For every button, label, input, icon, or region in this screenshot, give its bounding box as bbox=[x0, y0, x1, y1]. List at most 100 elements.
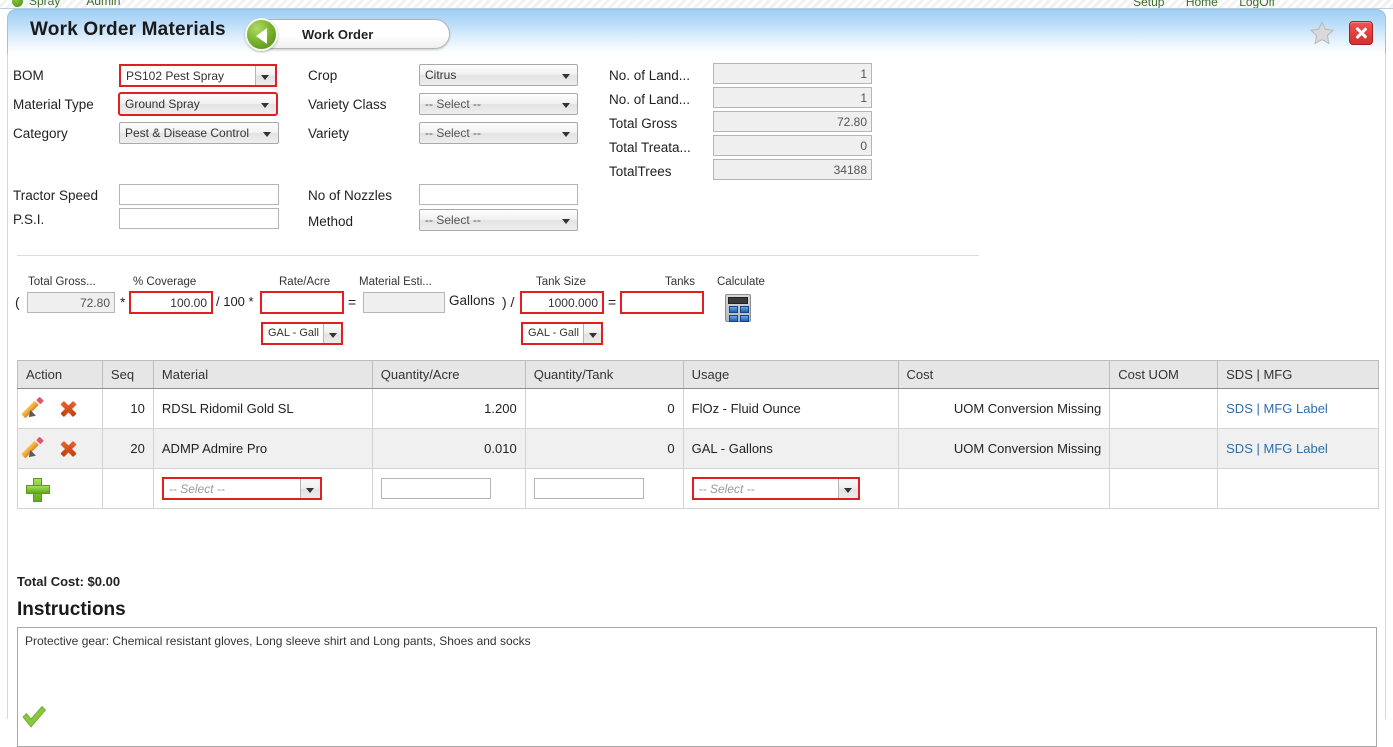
total-treatable-field bbox=[713, 135, 872, 156]
star-icon[interactable] bbox=[1309, 20, 1335, 46]
instructions-textarea[interactable] bbox=[17, 627, 1377, 747]
close-icon[interactable] bbox=[1349, 21, 1373, 45]
sds-link[interactable]: SDS bbox=[1226, 441, 1253, 456]
label-no-of-land-2: No. of Land... bbox=[609, 92, 691, 107]
calc-tank-size-input[interactable] bbox=[520, 291, 604, 314]
label-variety-class: Variety Class bbox=[308, 97, 387, 112]
top-nav-link-spray[interactable]: Spray bbox=[29, 0, 60, 8]
green-check-icon[interactable] bbox=[20, 704, 48, 730]
calc-multiply-1: * bbox=[120, 294, 126, 310]
psi-input[interactable] bbox=[119, 208, 279, 229]
calc-tanks-input[interactable] bbox=[620, 291, 704, 314]
calc-equals-2: = bbox=[608, 294, 617, 310]
calc-header-calculate: Calculate bbox=[717, 276, 765, 288]
crop-value: Citrus bbox=[425, 68, 457, 82]
cell-usage: GAL - Gallons bbox=[682, 428, 899, 469]
cell-quantity-tank: 0 bbox=[524, 428, 684, 469]
calculator-icon[interactable] bbox=[725, 294, 751, 322]
page-header: Work Order Materials Work Order bbox=[7, 9, 1386, 54]
label-tractor-speed: Tractor Speed bbox=[13, 188, 99, 203]
no-of-nozzles-input[interactable] bbox=[419, 184, 578, 205]
back-to-work-order-button[interactable]: Work Order bbox=[245, 18, 450, 51]
calc-total-gross-field bbox=[27, 292, 115, 313]
calculator-key bbox=[740, 315, 749, 322]
col-material: Material bbox=[152, 360, 373, 389]
edit-icon[interactable] bbox=[21, 436, 45, 460]
table-header-row: Action Seq Material Quantity/Acre Quanti… bbox=[17, 360, 1379, 389]
variety-select[interactable]: -- Select -- bbox=[419, 122, 578, 144]
calculator-key bbox=[740, 306, 749, 313]
cell-quantity-acre: 0.010 bbox=[371, 428, 526, 469]
variety-class-select[interactable]: -- Select -- bbox=[419, 93, 578, 115]
chevron-down-icon[interactable] bbox=[299, 479, 320, 498]
top-nav-link-setup[interactable]: Setup bbox=[1133, 0, 1164, 8]
label-no-of-nozzles: No of Nozzles bbox=[308, 188, 393, 203]
no-of-land-1-field bbox=[713, 63, 872, 84]
chevron-down-icon[interactable] bbox=[837, 479, 858, 498]
new-quantity-tank-input[interactable] bbox=[533, 478, 644, 499]
cell-material: RDSL Ridomil Gold SL bbox=[152, 388, 373, 429]
col-quantity-tank: Quantity/Tank bbox=[524, 360, 684, 389]
chevron-down-icon[interactable] bbox=[255, 66, 275, 85]
table-new-row: -- Select -- -- Select -- bbox=[17, 468, 1379, 509]
method-select[interactable]: -- Select -- bbox=[419, 209, 578, 231]
calc-rate-acre-input[interactable] bbox=[260, 291, 344, 314]
calc-close-paren-divide: ) / bbox=[502, 294, 515, 310]
calc-rate-uom-select[interactable]: GAL - Gall bbox=[261, 322, 343, 345]
chevron-down-icon[interactable] bbox=[583, 324, 601, 343]
cell-quantity-acre: 1.200 bbox=[371, 388, 526, 429]
top-nav-link-logoff[interactable]: LogOff bbox=[1239, 0, 1275, 8]
col-cost-uom: Cost UOM bbox=[1109, 360, 1219, 389]
chevron-down-icon bbox=[263, 132, 271, 137]
top-nav-link-home[interactable]: Home bbox=[1186, 0, 1218, 8]
back-button-label: Work Order bbox=[302, 27, 374, 42]
bom-select[interactable]: PS102 Pest Spray bbox=[119, 64, 277, 87]
new-usage-select[interactable]: -- Select -- bbox=[691, 477, 860, 500]
edit-icon[interactable] bbox=[21, 396, 45, 420]
calc-header-rate-acre: Rate/Acre bbox=[279, 276, 331, 288]
calc-tank-uom-select[interactable]: GAL - Gall bbox=[521, 322, 603, 345]
material-type-select[interactable]: Ground Spray bbox=[118, 92, 278, 116]
tractor-speed-input[interactable] bbox=[119, 184, 279, 205]
delete-icon[interactable] bbox=[59, 400, 77, 418]
new-material-select[interactable]: -- Select -- bbox=[161, 477, 322, 500]
add-row-cell bbox=[17, 468, 103, 509]
table-row: 10 RDSL Ridomil Gold SL 1.200 0 FlOz - F… bbox=[17, 388, 1379, 429]
mfg-label-link[interactable]: MFG Label bbox=[1264, 401, 1328, 416]
label-category: Category bbox=[13, 126, 68, 141]
calc-header-coverage: % Coverage bbox=[133, 276, 197, 288]
cell-cost-uom bbox=[1109, 428, 1219, 469]
cell-cost-uom bbox=[1109, 388, 1219, 429]
label-total-trees: TotalTrees bbox=[609, 164, 672, 179]
calc-header-material-est: Material Esti... bbox=[359, 276, 432, 288]
col-usage: Usage bbox=[682, 360, 899, 389]
label-crop: Crop bbox=[308, 68, 338, 83]
mfg-label-link[interactable]: MFG Label bbox=[1264, 441, 1328, 456]
calc-header-tank-size: Tank Size bbox=[536, 276, 586, 288]
new-row-qty-acre-cell bbox=[371, 468, 526, 509]
chevron-down-icon bbox=[562, 219, 570, 224]
sds-link[interactable]: SDS bbox=[1226, 401, 1253, 416]
app-logo-icon bbox=[12, 0, 23, 7]
top-nav-link-admin[interactable]: Admin bbox=[86, 0, 120, 8]
cell-cost-warning: UOM Conversion Missing bbox=[897, 428, 1111, 469]
category-select[interactable]: Pest & Disease Control bbox=[119, 122, 279, 144]
add-icon[interactable] bbox=[26, 477, 50, 502]
calc-tank-uom-value: GAL - Gall bbox=[528, 327, 579, 339]
chevron-down-icon bbox=[261, 103, 269, 108]
new-quantity-acre-input[interactable] bbox=[380, 478, 491, 499]
chevron-down-icon[interactable] bbox=[323, 324, 341, 343]
materials-table: Action Seq Material Quantity/Acre Quanti… bbox=[17, 360, 1379, 509]
label-variety: Variety bbox=[308, 126, 350, 141]
new-row-seq bbox=[101, 468, 154, 509]
cell-cost-warning: UOM Conversion Missing bbox=[897, 388, 1111, 429]
calc-coverage-input[interactable] bbox=[129, 291, 213, 314]
page-title: Work Order Materials bbox=[30, 19, 226, 40]
label-material-type: Material Type bbox=[13, 97, 94, 112]
material-type-value: Ground Spray bbox=[125, 97, 200, 111]
crop-select[interactable]: Citrus bbox=[419, 64, 578, 86]
calc-open-paren: ( bbox=[15, 294, 20, 310]
back-arrow-icon bbox=[245, 18, 278, 51]
row-actions bbox=[17, 388, 103, 429]
delete-icon[interactable] bbox=[59, 440, 77, 458]
